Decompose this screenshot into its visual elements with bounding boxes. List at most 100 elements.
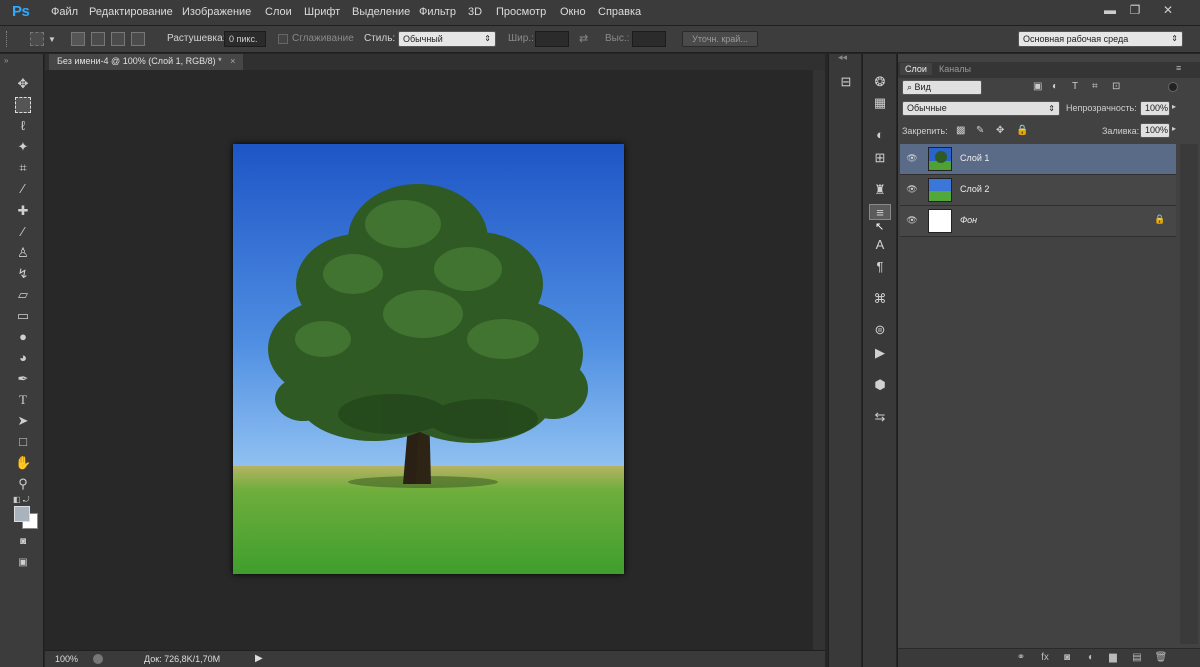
opacity-arrow-icon[interactable]: ▸ <box>1172 102 1176 111</box>
add-selection-icon[interactable] <box>91 32 105 46</box>
style-select[interactable]: Обычный ⇕ <box>398 31 496 47</box>
panel-menu-icon[interactable]: ≡ <box>1176 63 1181 73</box>
color-panel-icon[interactable]: ❂ <box>871 74 889 90</box>
marquee-preset-icon[interactable] <box>30 32 44 46</box>
menu-select[interactable]: Выделение <box>352 6 410 18</box>
visibility-eye-icon[interactable]: 👁 <box>906 153 918 165</box>
width-input[interactable] <box>535 31 569 47</box>
height-input[interactable] <box>632 31 666 47</box>
gradient-tool-icon[interactable]: ▭ <box>15 308 31 324</box>
close-tab-icon[interactable]: × <box>230 56 235 66</box>
layer-row[interactable]: 👁 Слой 1 <box>900 144 1176 175</box>
filter-toggle-icon[interactable] <box>1168 82 1178 92</box>
crop-tool-icon[interactable]: ⌗ <box>15 160 31 176</box>
swap-icon[interactable]: ⇄ <box>579 32 588 45</box>
trash-icon[interactable]: 🗑 <box>1154 651 1168 665</box>
actions-panel-icon[interactable]: ⊜ <box>871 322 889 338</box>
minimize-icon[interactable]: ▬ <box>1102 3 1118 17</box>
menu-file[interactable]: Файл <box>51 6 78 18</box>
move-tool-icon[interactable]: ✥ <box>15 76 31 92</box>
menu-window[interactable]: Окно <box>560 6 586 18</box>
styles-panel-icon[interactable]: ⊞ <box>871 150 889 166</box>
brush-presets-icon[interactable]: ♜ <box>871 182 889 198</box>
3d-panel-icon[interactable]: ⬢ <box>871 377 889 393</box>
dock-expand-icon[interactable]: ◂◂ <box>838 52 847 63</box>
paths-panel-icon[interactable]: ⌘ <box>871 291 889 307</box>
adjustments-panel-icon[interactable]: ◐ <box>871 127 889 143</box>
eraser-tool-icon[interactable]: ▱ <box>15 287 31 303</box>
subtract-selection-icon[interactable] <box>111 32 125 46</box>
fx-icon[interactable]: fx <box>1038 651 1052 665</box>
tab-layers[interactable]: Слои <box>900 63 932 75</box>
dodge-tool-icon[interactable]: ◕ <box>15 350 31 366</box>
blend-mode-select[interactable]: Обычные ⇕ <box>902 101 1060 116</box>
mask-icon[interactable]: ◙ <box>1060 651 1074 665</box>
layer-filter-select[interactable]: ⌕ Вид <box>902 80 982 95</box>
adjustment-icon[interactable]: ◐ <box>1084 651 1098 665</box>
refine-edge-button[interactable]: Уточн. край... <box>682 31 758 47</box>
lock-pixels-icon[interactable]: ✎ <box>976 125 984 136</box>
zoom-level[interactable]: 100% <box>55 654 78 664</box>
menu-image[interactable]: Изображение <box>182 6 251 18</box>
layer-row[interactable]: 👁 Фон 🔒 <box>900 206 1176 237</box>
default-colors-icon[interactable]: ◧ ⤾ <box>13 495 29 505</box>
fill-arrow-icon[interactable]: ▸ <box>1172 124 1176 133</box>
screen-mode-icon[interactable]: ▣ <box>15 555 31 571</box>
zoom-tool-icon[interactable]: ⚲ <box>15 476 31 492</box>
path-selection-icon[interactable]: ➤ <box>15 413 31 429</box>
foreground-color-swatch[interactable] <box>14 506 30 522</box>
marquee-tool-icon[interactable] <box>15 97 31 113</box>
filter-smart-object-icon[interactable]: ⊡ <box>1112 81 1120 92</box>
lock-position-icon[interactable]: ✥ <box>996 125 1004 136</box>
visibility-eye-icon[interactable]: 👁 <box>906 215 918 227</box>
menu-type[interactable]: Шрифт <box>304 6 340 18</box>
lasso-tool-icon[interactable]: ℓ <box>15 118 31 134</box>
blur-tool-icon[interactable]: ● <box>15 329 31 345</box>
clone-stamp-icon[interactable]: ♙ <box>15 245 31 261</box>
lock-transparency-icon[interactable]: ▩ <box>956 125 965 136</box>
menu-3d[interactable]: 3D <box>468 6 482 18</box>
tab-channels[interactable]: Каналы <box>934 63 976 75</box>
filter-type-icon[interactable]: T <box>1072 81 1078 92</box>
play-icon[interactable]: ▶ <box>255 653 263 664</box>
layer-name[interactable]: Фон <box>960 215 977 225</box>
layer-name[interactable]: Слой 1 <box>960 153 989 163</box>
layer-row[interactable]: 👁 Слой 2 <box>900 175 1176 206</box>
layers-scrollbar[interactable] <box>1180 144 1198 644</box>
eyedropper-icon[interactable]: ⁄ <box>15 181 31 197</box>
filter-pixel-icon[interactable]: ▣ <box>1033 81 1042 92</box>
intersect-selection-icon[interactable] <box>131 32 145 46</box>
chevron-down-icon[interactable]: ▼ <box>48 35 56 44</box>
swatches-panel-icon[interactable]: ▦ <box>871 95 889 111</box>
opacity-input[interactable]: 100% <box>1140 101 1170 116</box>
antialias-checkbox[interactable] <box>278 34 288 44</box>
menu-filter[interactable]: Фильтр <box>419 6 456 18</box>
healing-brush-icon[interactable]: ✚ <box>15 203 31 219</box>
character-panel-icon[interactable]: A <box>871 237 889 253</box>
type-tool-icon[interactable]: T <box>15 392 31 408</box>
layer-name[interactable]: Слой 2 <box>960 184 989 194</box>
magic-wand-icon[interactable]: ✦ <box>15 139 31 155</box>
close-window-icon[interactable]: ✕ <box>1160 3 1176 17</box>
measurement-panel-icon[interactable]: ⇆ <box>871 409 889 425</box>
menu-layers[interactable]: Слои <box>265 6 292 18</box>
filter-shape-icon[interactable]: ⌗ <box>1092 81 1098 92</box>
restore-icon[interactable]: ❐ <box>1127 3 1143 17</box>
feather-input[interactable]: 0 пикс. <box>224 31 266 47</box>
workspace-select[interactable]: Основная рабочая среда ⇕ <box>1018 31 1183 47</box>
menu-edit[interactable]: Редактирование <box>89 6 173 18</box>
brush-panel-icon[interactable]: ≡ <box>869 204 891 220</box>
info-icon[interactable] <box>93 654 103 664</box>
folder-icon[interactable]: ▆ <box>1106 651 1120 665</box>
history-brush-icon[interactable]: ↯ <box>15 266 31 282</box>
menu-help[interactable]: Справка <box>598 6 641 18</box>
hand-tool-icon[interactable]: ✋ <box>15 455 31 471</box>
timeline-play-icon[interactable]: ▶ <box>871 345 889 361</box>
menu-view[interactable]: Просмотр <box>496 6 546 18</box>
vertical-scrollbar[interactable] <box>813 70 825 650</box>
new-layer-icon[interactable]: ▤ <box>1130 651 1144 665</box>
document-canvas-image[interactable] <box>233 144 624 574</box>
new-selection-icon[interactable] <box>71 32 85 46</box>
document-tab[interactable]: Без имени-4 @ 100% (Слой 1, RGB/8) * × <box>49 54 244 70</box>
history-panel-icon[interactable]: ⊟ <box>837 74 855 90</box>
